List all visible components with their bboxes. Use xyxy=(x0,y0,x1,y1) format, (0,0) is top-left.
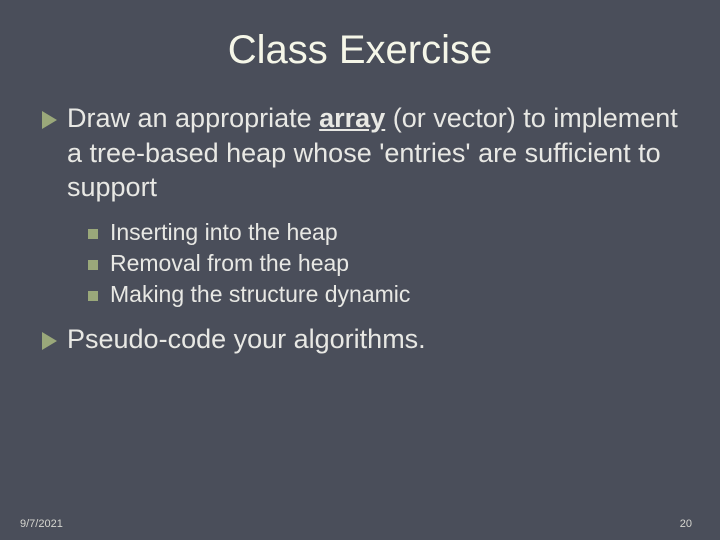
bullet1-bold: array xyxy=(319,103,385,133)
slide-footer: 9/7/2021 20 xyxy=(0,518,720,530)
bullet2-text: Pseudo-code your algorithms. xyxy=(67,322,426,357)
square-bullet-icon xyxy=(88,229,98,239)
sub-bullet: Making the structure dynamic xyxy=(88,281,684,308)
footer-date: 9/7/2021 xyxy=(20,518,63,530)
slide-title: Class Exercise xyxy=(36,28,684,73)
triangle-bullet-icon xyxy=(42,332,57,350)
triangle-bullet-icon xyxy=(42,111,57,129)
sub-bullet1-text: Inserting into the heap xyxy=(110,219,338,246)
sub-bullet3-text: Making the structure dynamic xyxy=(110,281,410,308)
bullet-level1: Pseudo-code your algorithms. xyxy=(42,322,684,357)
bullet1-pre: Draw an appropriate xyxy=(67,103,319,133)
sub-bullet2-text: Removal from the heap xyxy=(110,250,349,277)
sub-bullet: Inserting into the heap xyxy=(88,219,684,246)
square-bullet-icon xyxy=(88,291,98,301)
sub-bullet: Removal from the heap xyxy=(88,250,684,277)
bullet-level1: Draw an appropriate array (or vector) to… xyxy=(42,101,684,205)
footer-page-number: 20 xyxy=(680,518,692,530)
sub-bullet-group: Inserting into the heap Removal from the… xyxy=(88,219,684,308)
square-bullet-icon xyxy=(88,260,98,270)
slide: Class Exercise Draw an appropriate array… xyxy=(0,0,720,540)
bullet1-text: Draw an appropriate array (or vector) to… xyxy=(67,101,684,205)
